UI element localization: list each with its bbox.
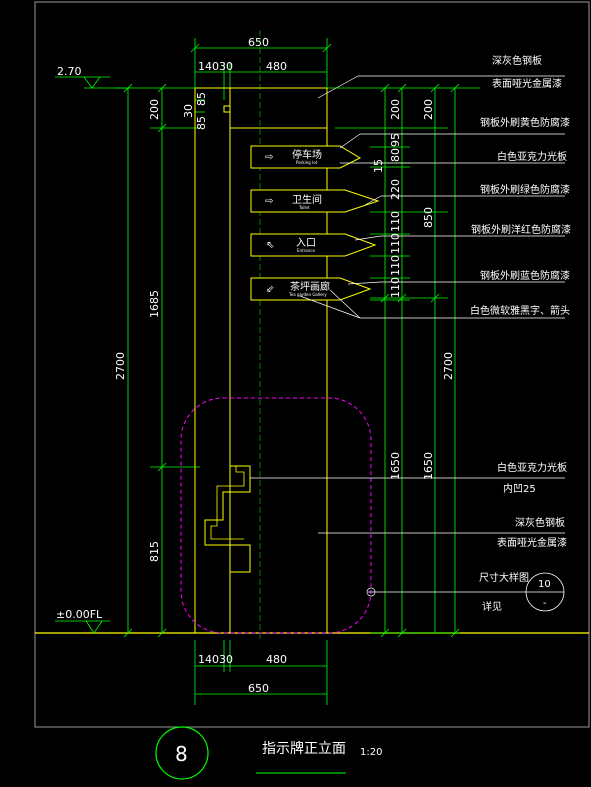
- sign-3-en: Entrance: [297, 248, 315, 253]
- dim-bottom-total: 650: [248, 682, 269, 695]
- dim-bottom-gap: 30: [219, 653, 233, 666]
- acrylic-inset-profile-inner: [210, 466, 245, 540]
- sign-1-arrow-icon: ⇨: [265, 152, 273, 163]
- note-gray-steel: 深灰色钢板: [492, 54, 542, 67]
- dim-right-1650b: 1650: [422, 452, 435, 480]
- dim-right-1650a: 1650: [389, 452, 402, 480]
- note-magenta-paint: 钢板外刷洋红色防腐漆: [471, 223, 571, 236]
- note-blue-paint: 钢板外刷蓝色防腐漆: [480, 269, 570, 282]
- direction-sign-4: ⇙ 茶坪画廊 Tea garden Gallery: [250, 277, 372, 301]
- acrylic-inset-profile: [204, 440, 251, 633]
- note-white-acrylic-1: 白色亚克力光板: [497, 150, 567, 163]
- dim-top-right: 480: [266, 60, 287, 73]
- direction-sign-3: ⇖ 入口 Entrance: [250, 233, 377, 257]
- dim-right-200a: 200: [389, 99, 402, 120]
- dim-right-220: 220: [389, 179, 402, 200]
- detail-sheet-number: 10: [538, 579, 551, 590]
- level-floor-label: ±0.00FL: [56, 608, 103, 621]
- dim-left-2700: 2700: [114, 352, 127, 380]
- note-yellow-paint: 钢板外刷黄色防腐漆: [480, 116, 570, 129]
- note-white-acrylic-2: 白色亚克力光板: [497, 461, 567, 474]
- elevation-drawing: 650 140 30 480 140 30 480 650 200 30 85 …: [34, 1, 590, 780]
- sign-post: [194, 87, 328, 633]
- dim-right-110d: 110: [389, 277, 402, 298]
- note-see: 详见: [482, 600, 502, 613]
- note-matte-paint: 表面哑光金属漆: [492, 77, 562, 90]
- dim-top-gap: 30: [219, 60, 233, 73]
- level-marker-top: [55, 76, 130, 89]
- sign-4-arrow-icon: ⇙: [266, 284, 274, 295]
- drawing-title: 指示牌正立面: [262, 740, 346, 757]
- dim-right-2700: 2700: [442, 352, 455, 380]
- sign-3-arrow-icon: ⇖: [266, 240, 274, 251]
- level-marker-floor: [55, 620, 110, 634]
- right-dimensions: [330, 83, 480, 638]
- detail-boundary: [180, 397, 372, 634]
- dim-top-total: 650: [248, 36, 269, 49]
- dim-left-85: 85: [195, 116, 208, 130]
- dim-left-30: 30: [182, 104, 195, 118]
- drawing-scale: 1:20: [360, 747, 382, 758]
- note-white-font: 白色微软雅黑字、箭头: [470, 304, 570, 317]
- note-detail-ref: 尺寸大样图: [479, 571, 529, 584]
- dim-right-110a: 110: [389, 211, 402, 232]
- direction-sign-1: ⇨ 停车场 Parking lot: [250, 145, 362, 169]
- direction-sign-2: ⇨ 卫生间 Toilet: [250, 189, 380, 213]
- dim-right-15: 15: [372, 159, 385, 173]
- dim-left-815: 815: [148, 541, 161, 562]
- level-top-label: 2.70: [57, 65, 82, 78]
- sign-4-en: Tea garden Gallery: [288, 292, 327, 297]
- note-recess: 内凹25: [503, 482, 536, 495]
- note-matte-paint-2: 表面哑光金属漆: [497, 536, 567, 549]
- note-green-paint: 钢板外刷绿色防腐漆: [480, 183, 570, 196]
- dim-right-110c: 110: [389, 255, 402, 276]
- note-gray-steel-2: 深灰色钢板: [515, 516, 565, 529]
- dim-bottom-left: 140: [198, 653, 219, 666]
- dim-left-85b: 85: [195, 92, 208, 106]
- detail-callout: 10 -: [525, 572, 565, 612]
- dim-right-850: 850: [422, 207, 435, 228]
- sign-1-en: Parking lot: [296, 160, 318, 165]
- dim-right-200b: 200: [422, 99, 435, 120]
- sign-2-arrow-icon: ⇨: [265, 196, 273, 207]
- detail-dash: -: [543, 598, 547, 609]
- dim-right-80: 80: [389, 148, 402, 162]
- dim-left-1685: 1685: [148, 290, 161, 318]
- dim-left-200: 200: [148, 99, 161, 120]
- dim-right-95: 95: [389, 133, 402, 147]
- drawing-number: 8: [175, 742, 188, 766]
- dim-bottom-right: 480: [266, 653, 287, 666]
- dim-top-left: 140: [198, 60, 219, 73]
- sign-2-en: Toilet: [298, 205, 310, 210]
- bottom-dimensions: [194, 640, 328, 705]
